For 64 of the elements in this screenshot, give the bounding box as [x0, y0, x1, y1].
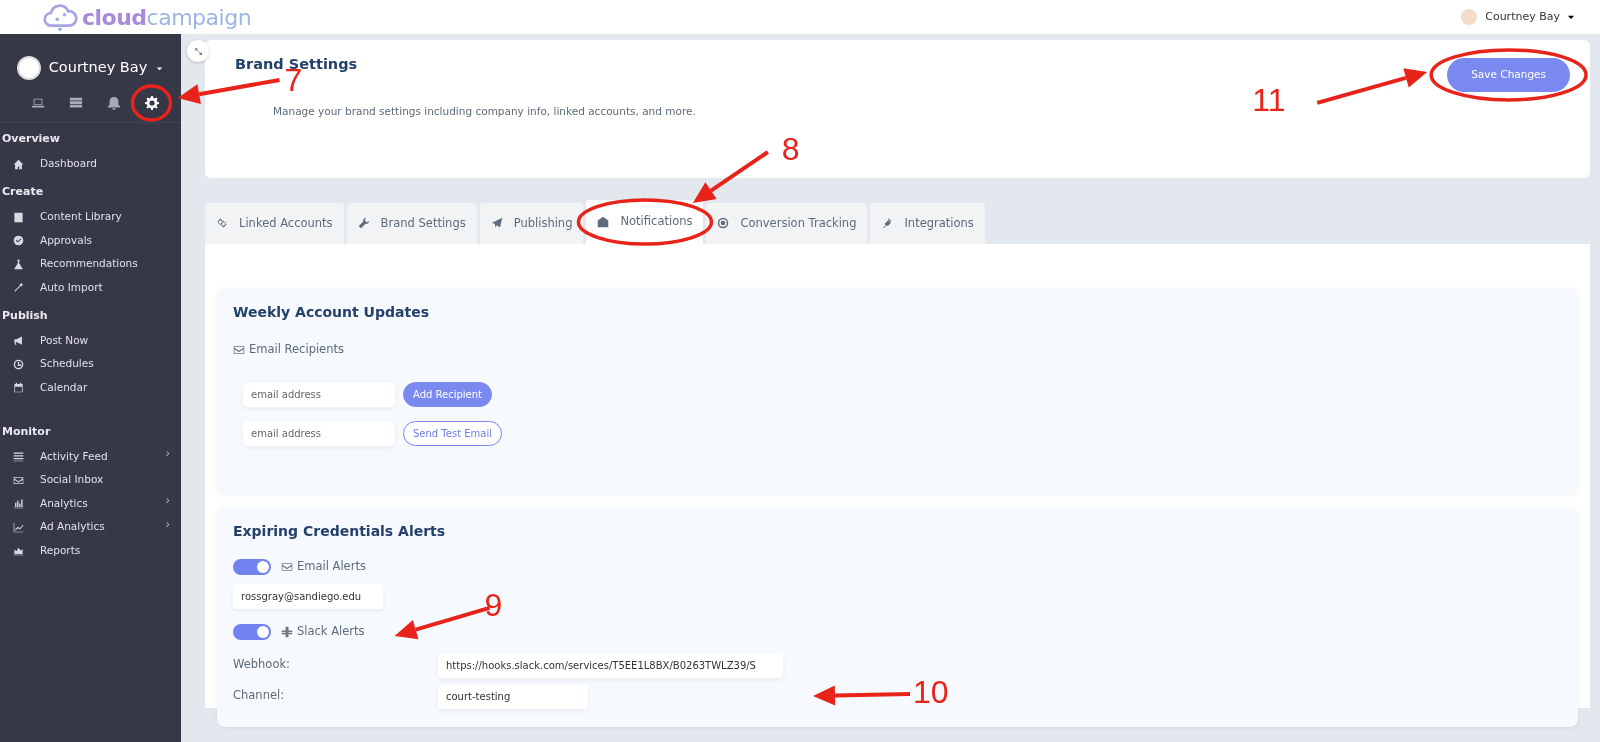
email-field[interactable]: email address: [243, 421, 395, 447]
laptop-icon[interactable]: [30, 96, 45, 110]
sidebar-item[interactable]: Calendar: [0, 376, 181, 400]
user-menu[interactable]: Courtney Bay: [1485, 8, 1560, 26]
tab[interactable]: Linked Accounts: [205, 202, 344, 244]
sidebar-item[interactable]: Dashboard: [0, 152, 181, 176]
toggle-switch[interactable]: [233, 558, 271, 575]
server-icon[interactable]: [68, 96, 83, 110]
logo-icon: [42, 3, 78, 31]
section-heading: Overview: [1, 131, 61, 147]
email-field[interactable]: email address: [243, 382, 395, 408]
field-label: Channel:: [233, 687, 286, 705]
tab[interactable]: Conversion Tracking: [706, 202, 868, 244]
field-label: Email Recipients: [249, 341, 344, 358]
wrench-icon: [357, 217, 370, 230]
clock-icon: [13, 358, 24, 370]
avatar: [1461, 9, 1478, 25]
tab[interactable]: Integrations: [870, 202, 985, 244]
calendar-icon: [13, 382, 24, 394]
sidebar-item[interactable]: Activity Feed: [0, 445, 181, 469]
annotation-number: 11: [1252, 81, 1286, 118]
sidebar-item[interactable]: Auto Import: [0, 276, 181, 300]
bar-chart-icon: [13, 498, 24, 510]
action-button[interactable]: Send Test Email: [403, 421, 502, 447]
section-title: Weekly Account Updates: [233, 303, 430, 322]
annotation-number: 10: [913, 674, 949, 710]
settings-icon[interactable]: [144, 96, 159, 110]
annotation-number: 8: [781, 131, 800, 167]
sidebar-item[interactable]: Reports: [0, 539, 181, 563]
sidebar-item[interactable]: Post Now: [0, 329, 181, 353]
sidebar-item[interactable]: Ad Analytics: [0, 515, 181, 539]
highlight-ellipse: [130, 84, 173, 122]
sidebar-item[interactable]: Content Library: [0, 205, 181, 229]
section-heading: Publish: [1, 307, 49, 324]
tab[interactable]: Publishing: [479, 202, 584, 244]
expand-icon: [193, 46, 203, 56]
text-field[interactable]: court-testing: [438, 683, 588, 709]
link-icon: [216, 217, 228, 230]
toggle-label: Slack Alerts: [297, 623, 365, 641]
user-menu[interactable]: Courtney Bay: [48, 57, 148, 79]
field-label: Webhook:: [233, 656, 291, 674]
section-heading: Create: [1, 184, 45, 200]
page-description: Manage your brand settings including company info, linked accounts, and more.: [272, 103, 696, 119]
annotation-number: 9: [484, 586, 503, 623]
text-field[interactable]: https://hooks.slack.com/services/T5EE1L8BX/B0263TWLZ39/S: [438, 652, 783, 678]
bell-icon[interactable]: [106, 96, 121, 110]
sidebar-item[interactable]: Analytics: [0, 492, 181, 516]
flask-icon: [13, 258, 24, 270]
home-icon: [13, 158, 24, 170]
toggle-switch[interactable]: [233, 623, 271, 640]
paper-plane-icon: [490, 217, 503, 230]
sidebar-item[interactable]: Schedules: [0, 352, 181, 376]
target-icon: [717, 217, 730, 230]
tab[interactable]: Brand Settings: [346, 202, 477, 244]
toggle-label: Email Alerts: [297, 558, 366, 575]
wand-icon: [13, 282, 24, 294]
sidebar-item[interactable]: Approvals: [0, 229, 181, 253]
email-field[interactable]: rossgray@sandiego.edu: [233, 584, 383, 610]
avatar: [16, 56, 41, 80]
sidebar-item[interactable]: Recommendations: [0, 252, 181, 276]
megaphone-icon: [13, 335, 24, 347]
section-title: Expiring Credentials Alerts: [233, 522, 447, 541]
sidebar-item[interactable]: Social Inbox: [0, 468, 181, 492]
section-heading: Monitor: [1, 423, 52, 440]
